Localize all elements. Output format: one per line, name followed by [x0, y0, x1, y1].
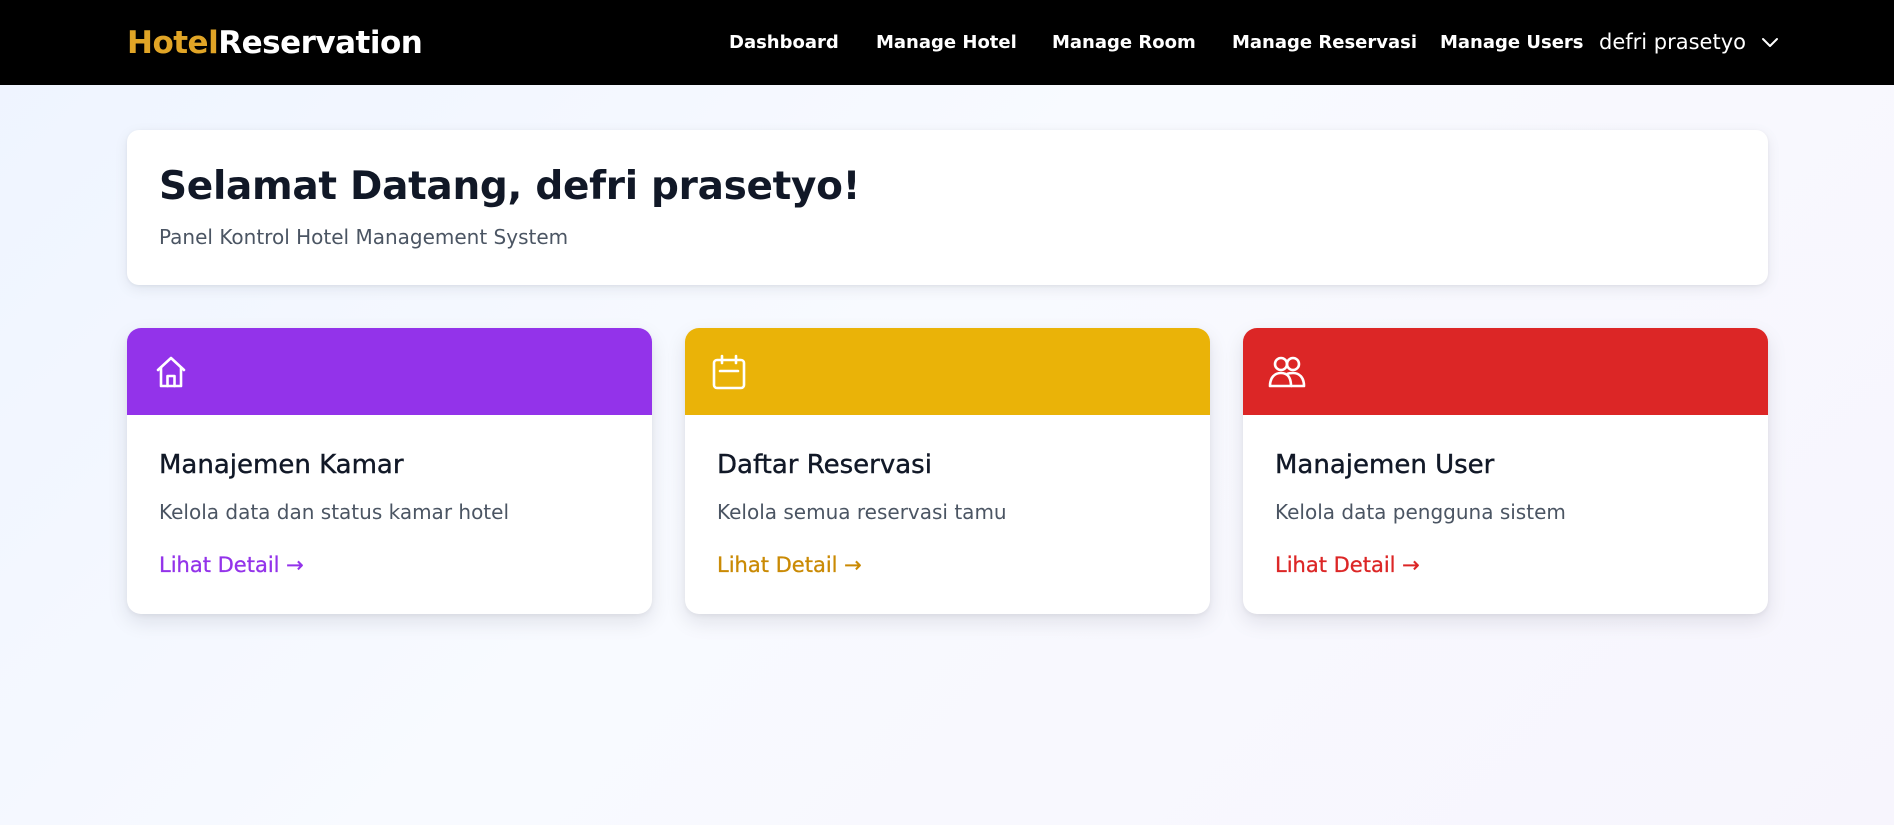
home-icon: [156, 356, 186, 388]
calendar-icon: [712, 354, 746, 390]
card-header: [1243, 328, 1768, 415]
nav-manage-hotel[interactable]: Manage Hotel: [876, 32, 1017, 53]
nav-dashboard[interactable]: Dashboard: [729, 32, 839, 53]
welcome-card: Selamat Datang, defri prasetyo! Panel Ko…: [127, 130, 1768, 285]
card-description: Kelola data dan status kamar hotel: [159, 500, 510, 524]
card-header: [127, 328, 652, 415]
nav-manage-room[interactable]: Manage Room: [1052, 32, 1196, 53]
card-manajemen-user[interactable]: Manajemen User Kelola data pengguna sist…: [1243, 328, 1768, 614]
card-title: Manajemen User: [1275, 450, 1495, 480]
nav-manage-users[interactable]: Manage Users: [1440, 32, 1584, 53]
welcome-title: Selamat Datang, defri prasetyo!: [159, 164, 861, 209]
card-header: [685, 328, 1210, 415]
card-daftar-reservasi[interactable]: Daftar Reservasi Kelola semua reservasi …: [685, 328, 1210, 614]
card-title: Manajemen Kamar: [159, 450, 404, 480]
user-name: defri prasetyo: [1599, 30, 1746, 54]
nav-manage-reservasi[interactable]: Manage Reservasi: [1232, 32, 1417, 53]
chevron-down-icon: [1762, 38, 1778, 47]
card-title: Daftar Reservasi: [717, 450, 932, 480]
card-description: Kelola semua reservasi tamu: [717, 500, 1007, 524]
card-description: Kelola data pengguna sistem: [1275, 500, 1566, 524]
users-icon: [1268, 356, 1306, 388]
lihat-detail-link[interactable]: Lihat Detail →: [1275, 553, 1420, 577]
lihat-detail-link[interactable]: Lihat Detail →: [717, 553, 862, 577]
lihat-detail-link[interactable]: Lihat Detail →: [159, 553, 304, 577]
top-navbar: HotelReservation Dashboard Manage Hotel …: [0, 0, 1894, 85]
user-menu[interactable]: defri prasetyo: [1599, 30, 1780, 54]
card-manajemen-kamar[interactable]: Manajemen Kamar Kelola data dan status k…: [127, 328, 652, 614]
welcome-subtitle: Panel Kontrol Hotel Management System: [159, 225, 569, 249]
